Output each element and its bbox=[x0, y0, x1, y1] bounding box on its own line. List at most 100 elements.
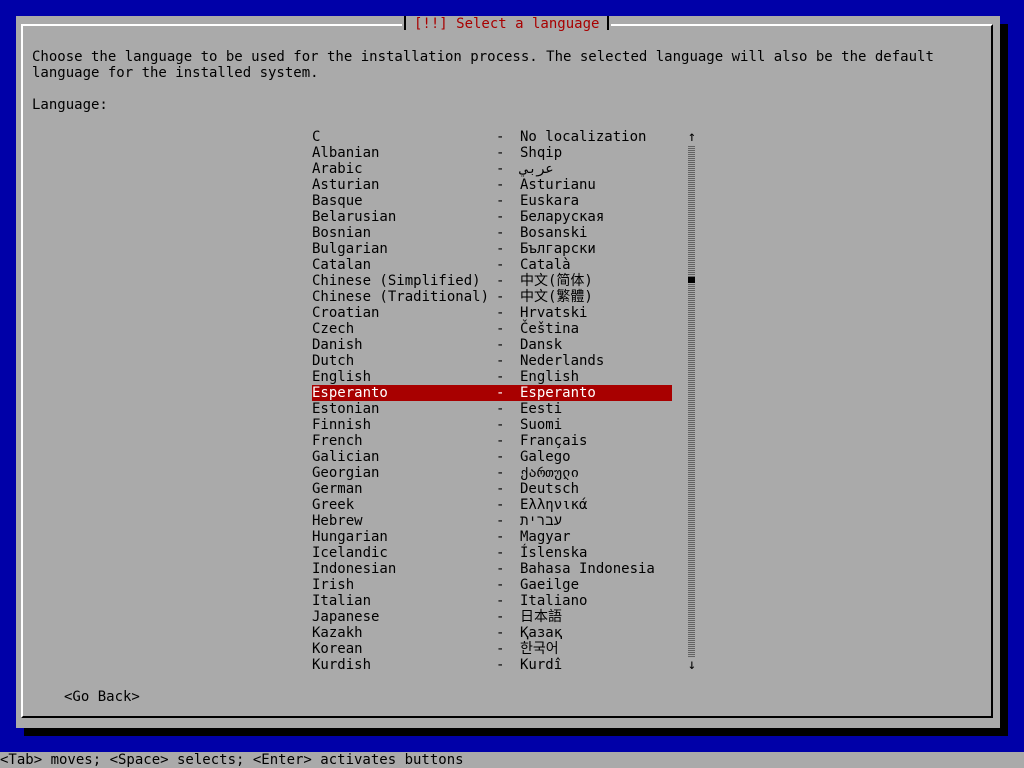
language-separator: - bbox=[496, 241, 505, 257]
language-field-label: Language: bbox=[32, 97, 108, 113]
language-separator: - bbox=[496, 529, 505, 545]
language-separator: - bbox=[496, 129, 505, 145]
language-native-name: 中文(简体) bbox=[520, 273, 593, 289]
language-separator: - bbox=[496, 641, 505, 657]
language-item[interactable]: Czech - Čeština bbox=[312, 321, 672, 337]
scroll-track[interactable] bbox=[688, 145, 695, 657]
language-name: Kurdish bbox=[312, 657, 372, 673]
language-name: Italian bbox=[312, 593, 372, 609]
language-item[interactable]: Chinese (Simplified) - 中文(简体) bbox=[312, 273, 672, 289]
language-item[interactable]: Greek - Ελληνικά bbox=[312, 497, 672, 513]
language-separator: - bbox=[496, 161, 505, 177]
language-item[interactable]: Estonian - Eesti bbox=[312, 401, 672, 417]
language-native-name: Suomi bbox=[520, 417, 563, 433]
language-separator: - bbox=[496, 449, 505, 465]
language-native-name: Bahasa Indonesia bbox=[520, 561, 655, 577]
language-native-name: Italiano bbox=[520, 593, 588, 609]
language-item-selected[interactable]: Esperanto - Esperanto bbox=[312, 385, 672, 401]
language-native-name: 中文(繁體) bbox=[520, 289, 593, 305]
language-name: Icelandic bbox=[312, 545, 388, 561]
language-native-name: عربي bbox=[520, 161, 554, 177]
language-native-name: Čeština bbox=[520, 321, 580, 337]
language-name: Danish bbox=[312, 337, 363, 353]
language-native-name: Eesti bbox=[520, 401, 563, 417]
go-back-button[interactable]: <Go Back> bbox=[64, 689, 140, 705]
language-native-name: עברית bbox=[520, 513, 563, 529]
language-item[interactable]: English - English bbox=[312, 369, 672, 385]
language-dialog: [!!] Select a language Choose the langua… bbox=[16, 16, 1000, 728]
language-item[interactable]: Asturian - Asturianu bbox=[312, 177, 672, 193]
language-separator: - bbox=[496, 497, 505, 513]
language-separator: - bbox=[496, 465, 505, 481]
language-item[interactable]: Basque - Euskara bbox=[312, 193, 672, 209]
language-item[interactable]: Albanian - Shqip bbox=[312, 145, 672, 161]
language-item[interactable]: Galician - Galego bbox=[312, 449, 672, 465]
language-native-name: Hrvatski bbox=[520, 305, 588, 321]
language-name: Albanian bbox=[312, 145, 380, 161]
language-item[interactable]: Bosnian - Bosanski bbox=[312, 225, 672, 241]
language-item[interactable]: Kazakh - Қазақ bbox=[312, 625, 672, 641]
language-item[interactable]: Icelandic - Íslenska bbox=[312, 545, 672, 561]
language-native-name: Nederlands bbox=[520, 353, 605, 369]
language-item[interactable]: Arabic - عربي bbox=[312, 161, 672, 177]
language-separator: - bbox=[496, 417, 505, 433]
language-name: Korean bbox=[312, 641, 363, 657]
language-separator: - bbox=[496, 321, 505, 337]
scroll-down-icon[interactable]: ↓ bbox=[684, 657, 700, 673]
language-item[interactable]: Finnish - Suomi bbox=[312, 417, 672, 433]
language-native-name: Ελληνικά bbox=[520, 497, 588, 513]
language-separator: - bbox=[496, 433, 505, 449]
language-item[interactable]: Japanese - 日本語 bbox=[312, 609, 672, 625]
language-name: Greek bbox=[312, 497, 355, 513]
language-name: Irish bbox=[312, 577, 355, 593]
language-name: Croatian bbox=[312, 305, 380, 321]
language-item[interactable]: Belarusian - Беларуская bbox=[312, 209, 672, 225]
language-native-name: Deutsch bbox=[520, 481, 580, 497]
language-name: Japanese bbox=[312, 609, 380, 625]
language-name: Czech bbox=[312, 321, 355, 337]
language-item[interactable]: Croatian - Hrvatski bbox=[312, 305, 672, 321]
language-native-name: 한국어 bbox=[520, 641, 559, 657]
language-separator: - bbox=[496, 545, 505, 561]
language-name: C bbox=[312, 129, 321, 145]
language-item[interactable]: Kurdish - Kurdî bbox=[312, 657, 672, 673]
language-item[interactable]: Georgian - ქართული bbox=[312, 465, 672, 481]
language-item[interactable]: Indonesian - Bahasa Indonesia bbox=[312, 561, 672, 577]
language-native-name: Dansk bbox=[520, 337, 563, 353]
language-separator: - bbox=[496, 609, 505, 625]
scroll-thumb[interactable] bbox=[688, 277, 695, 283]
language-listbox[interactable]: C - No localization Albanian - Shqip Arabic - عر… bbox=[312, 129, 672, 673]
language-separator: - bbox=[496, 289, 505, 305]
language-item[interactable]: Italian - Italiano bbox=[312, 593, 672, 609]
language-separator: - bbox=[496, 225, 505, 241]
language-item[interactable]: Catalan - Català bbox=[312, 257, 672, 273]
language-item[interactable]: Irish - Gaeilge bbox=[312, 577, 672, 593]
language-separator: - bbox=[496, 209, 505, 225]
language-item[interactable]: Hebrew - עברית bbox=[312, 513, 672, 529]
language-native-name: Қазақ bbox=[520, 625, 563, 641]
language-native-name: Magyar bbox=[520, 529, 571, 545]
language-separator: - bbox=[496, 353, 505, 369]
scroll-up-icon[interactable]: ↑ bbox=[684, 129, 700, 145]
language-item[interactable]: Danish - Dansk bbox=[312, 337, 672, 353]
language-separator: - bbox=[496, 593, 505, 609]
language-name: Estonian bbox=[312, 401, 380, 417]
language-item[interactable]: Korean - 한국어 bbox=[312, 641, 672, 657]
language-name: Chinese (Traditional) bbox=[312, 289, 490, 305]
language-name: English bbox=[312, 369, 372, 385]
language-item[interactable]: C - No localization bbox=[312, 129, 672, 145]
dialog-title: [!!] Select a language bbox=[402, 16, 612, 32]
language-item[interactable]: German - Deutsch bbox=[312, 481, 672, 497]
keyboard-hint-bar: <Tab> moves; <Space> selects; <Enter> ac… bbox=[0, 752, 1024, 768]
language-item[interactable]: Chinese (Traditional) - 中文(繁體) bbox=[312, 289, 672, 305]
language-item[interactable]: Bulgarian - Български bbox=[312, 241, 672, 257]
language-item[interactable]: Hungarian - Magyar bbox=[312, 529, 672, 545]
language-name: Esperanto bbox=[312, 385, 388, 401]
language-separator: - bbox=[496, 513, 505, 529]
language-name: Hebrew bbox=[312, 513, 363, 529]
language-item[interactable]: Dutch - Nederlands bbox=[312, 353, 672, 369]
language-separator: - bbox=[496, 625, 505, 641]
language-native-name: Català bbox=[520, 257, 571, 273]
language-item[interactable]: French - Français bbox=[312, 433, 672, 449]
language-scrollbar[interactable]: ↑ ↓ bbox=[684, 129, 700, 673]
